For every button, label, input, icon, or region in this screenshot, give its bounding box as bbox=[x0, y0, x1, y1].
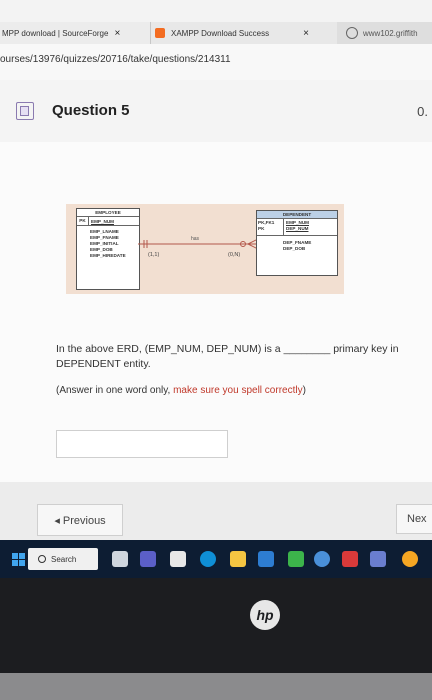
cardinality-right: (0,N) bbox=[228, 252, 241, 258]
question-title: Question 5 bbox=[52, 102, 130, 119]
pk-row: PK EMP_NUM bbox=[77, 217, 139, 226]
key-rows: PK,FK1 PK EMP_NUM DEP_NUM bbox=[257, 219, 337, 236]
entity-name: EMPLOYEE bbox=[77, 209, 139, 217]
folder-icon[interactable] bbox=[230, 551, 246, 567]
url-text[interactable]: ourses/13976/quizzes/20716/take/question… bbox=[0, 54, 231, 65]
hp-logo: hp bbox=[250, 600, 280, 630]
cardinality-left: (1,1) bbox=[148, 252, 160, 258]
close-icon[interactable]: × bbox=[303, 28, 309, 39]
quiz-navigation: ◂ Previous Nex bbox=[0, 482, 432, 540]
windows-taskbar: Search bbox=[0, 540, 432, 578]
answer-hint: (Answer in one word only, make sure you … bbox=[56, 385, 306, 396]
tab-sourceforge[interactable]: MPP download | SourceForge × bbox=[0, 22, 150, 44]
relationship-label: has bbox=[191, 236, 200, 242]
tab-label: MPP download | SourceForge bbox=[2, 28, 109, 38]
address-bar[interactable]: ourses/13976/quizzes/20716/take/question… bbox=[0, 44, 432, 81]
attribute-list: EMP_LNAME EMP_FNAME EMP_INITIAL EMP_DOB … bbox=[77, 226, 139, 259]
taskbar-search[interactable]: Search bbox=[28, 548, 98, 570]
laptop-hinge bbox=[0, 673, 432, 700]
relationship-line bbox=[138, 239, 256, 249]
browser-icon[interactable] bbox=[314, 551, 330, 567]
answer-input[interactable] bbox=[56, 430, 228, 458]
tab-xampp[interactable]: XAMPP Download Success × bbox=[150, 22, 337, 44]
next-button[interactable]: Nex bbox=[396, 504, 432, 534]
question-body: EMPLOYEE PK EMP_NUM EMP_LNAME EMP_FNAME … bbox=[0, 142, 432, 482]
app-icon[interactable] bbox=[258, 551, 274, 567]
laptop-bezel: hp bbox=[0, 578, 432, 700]
key-attributes: EMP_NUM DEP_NUM bbox=[284, 219, 311, 235]
key-labels: PK,FK1 PK bbox=[257, 219, 284, 235]
attribute: EMP_HIREDATE bbox=[90, 253, 126, 258]
search-icon bbox=[38, 555, 46, 563]
question-header: Question 5 0. bbox=[0, 80, 432, 143]
close-icon[interactable]: × bbox=[114, 28, 120, 39]
pk-label: PK bbox=[77, 217, 89, 225]
store-icon[interactable] bbox=[170, 551, 186, 567]
tab-label: XAMPP Download Success bbox=[171, 28, 270, 38]
attribute: DEP_DOB bbox=[283, 246, 306, 251]
teams-icon[interactable] bbox=[140, 551, 156, 567]
key-attribute: DEP_NUM bbox=[286, 226, 309, 231]
entity-name: DEPENDENT bbox=[257, 211, 337, 219]
settings-icon[interactable] bbox=[288, 551, 304, 567]
file-explorer-icon[interactable] bbox=[112, 551, 128, 567]
erd-diagram: EMPLOYEE PK EMP_NUM EMP_LNAME EMP_FNAME … bbox=[66, 204, 344, 294]
previous-button[interactable]: ◂ Previous bbox=[37, 504, 123, 536]
dependent-entity: DEPENDENT PK,FK1 PK EMP_NUM DEP_NUM DEP_… bbox=[256, 210, 338, 276]
app-icon[interactable] bbox=[370, 551, 386, 567]
hint-warning: make sure you spell correctly bbox=[173, 385, 303, 396]
pk-attribute: EMP_NUM bbox=[91, 218, 114, 224]
quiz-content: Question 5 0. EMPLOYEE PK EMP_NUM EMP_LN… bbox=[0, 80, 432, 540]
tab-label: www102.griffith bbox=[363, 28, 418, 38]
question-text-line2: DEPENDENT entity. bbox=[56, 358, 151, 370]
tab-griffith[interactable]: www102.griffith bbox=[340, 22, 432, 44]
search-label: Search bbox=[51, 554, 77, 564]
key-label: PK bbox=[258, 226, 265, 231]
hint-start: (Answer in one word only, bbox=[56, 385, 174, 396]
flag-icon[interactable] bbox=[16, 102, 34, 120]
attribute-list: DEP_FNAME DEP_DOB bbox=[257, 236, 337, 252]
xampp-icon bbox=[155, 28, 165, 38]
question-text-line1: In the above ERD, (EMP_NUM, DEP_NUM) is … bbox=[56, 343, 399, 355]
mail-icon[interactable] bbox=[342, 551, 358, 567]
question-text: In the above ERD, (EMP_NUM, DEP_NUM) is … bbox=[56, 342, 432, 372]
tab-bar: MPP download | SourceForge × XAMPP Downl… bbox=[0, 22, 432, 44]
windows-start-icon[interactable] bbox=[12, 553, 26, 567]
question-points: 0. bbox=[417, 104, 428, 119]
edge-icon[interactable] bbox=[200, 551, 216, 567]
employee-entity: EMPLOYEE PK EMP_NUM EMP_LNAME EMP_FNAME … bbox=[76, 208, 140, 290]
browser-screen: MPP download | SourceForge × XAMPP Downl… bbox=[0, 0, 432, 540]
globe-icon bbox=[346, 27, 358, 39]
hint-end: ) bbox=[302, 385, 306, 396]
chrome-icon[interactable] bbox=[402, 551, 418, 567]
